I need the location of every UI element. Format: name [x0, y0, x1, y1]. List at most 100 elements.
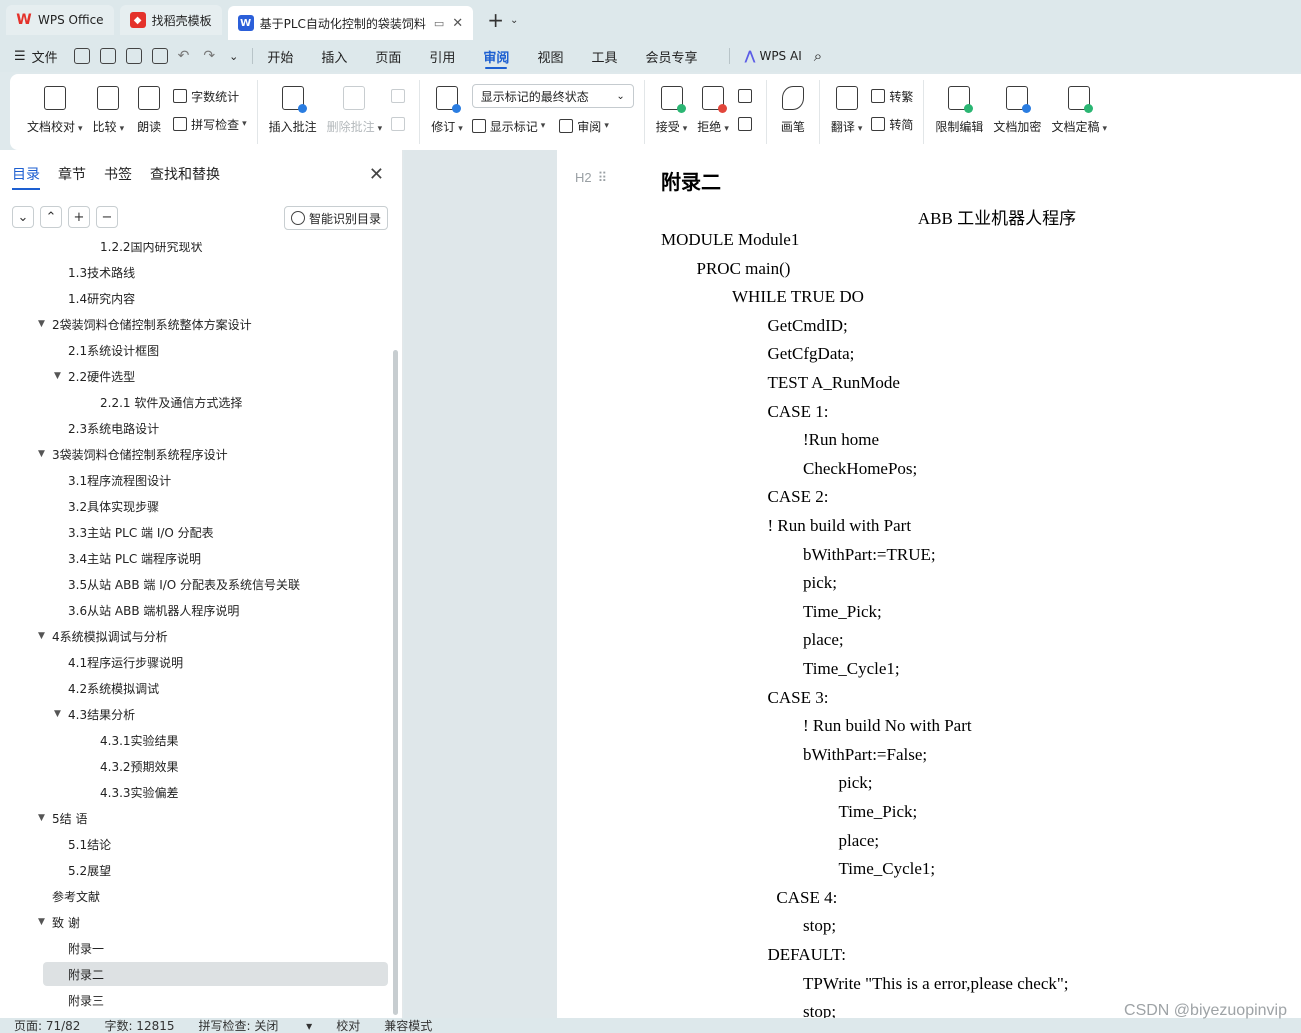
toc-item[interactable]: 3.5从站 ABB 端 I/O 分配表及系统信号关联 [54, 572, 300, 596]
save-icon[interactable] [73, 48, 90, 64]
menu-tools[interactable]: 工具 [591, 40, 617, 72]
spell-check-indicator[interactable]: 拼写检查: 关闭 ▾ [199, 1017, 313, 1033]
toc-item[interactable]: 3.6从站 ABB 端机器人程序说明 [54, 598, 239, 622]
restrict-edit-button[interactable]: 限制编辑 [930, 80, 988, 137]
toc-item[interactable]: ▼ 致 谢 [38, 910, 80, 934]
menu-page[interactable]: 页面 [375, 40, 401, 72]
previous-change-button[interactable] [737, 84, 756, 108]
toc-item[interactable]: 附录三 [54, 988, 104, 1012]
redo-icon[interactable]: ↷ [203, 48, 215, 64]
print-icon[interactable] [125, 48, 142, 64]
tab-current-document[interactable]: W 基于PLC自动化控制的袋装饲料 ▭ ✕ [227, 6, 474, 40]
word-count-button[interactable]: 字数统计 [173, 84, 247, 108]
spell-check-button[interactable]: 拼写检查 ▾ [173, 112, 247, 136]
toc-item[interactable]: 3.4主站 PLC 端程序说明 [54, 546, 201, 570]
compare-button[interactable]: 比较 ▾ [88, 80, 130, 137]
tab-docer-templates[interactable]: ◆ 找稻壳模板 [119, 5, 222, 35]
scrollbar[interactable] [393, 350, 398, 1015]
previous-comment-button[interactable] [391, 84, 409, 108]
close-icon[interactable]: ✕ [452, 16, 463, 31]
review-pane-button[interactable]: 审阅 ▾ [559, 114, 609, 138]
insert-comment-button[interactable]: 插入批注 [264, 80, 322, 137]
menu-view[interactable]: 视图 [537, 40, 563, 72]
toc-item[interactable]: 参考文献 [38, 884, 100, 908]
toc-item[interactable]: 5.1结论 [54, 832, 111, 856]
finalize-button[interactable]: 文档定稿 ▾ [1046, 80, 1112, 137]
toc-item[interactable]: 4.3.2预期效果 [86, 754, 179, 778]
toc-item[interactable]: ▼ 3袋装饲料仓储控制系统程序设计 [38, 442, 228, 466]
toc-item[interactable]: 1.3技术路线 [54, 260, 135, 284]
smart-toc-button[interactable]: 智能识别目录 [283, 206, 388, 230]
add-heading-icon[interactable]: + [68, 206, 90, 228]
translate-button[interactable]: 翻译 ▾ [826, 80, 868, 137]
collapse-arrow-icon[interactable]: ▼ [38, 813, 52, 823]
tab-wps-office[interactable]: W WPS Office [6, 5, 114, 35]
document-page[interactable]: H2 ⠿ 附录二 ABB 工业机器人程序 MODULE Module1 PROC m… [557, 150, 1301, 1018]
toc-item[interactable]: ▼ 2.2硬件选型 [54, 364, 135, 388]
wps-ai-button[interactable]: ⋀ WPS AI [744, 40, 801, 72]
menu-insert[interactable]: 插入 [321, 40, 347, 72]
close-icon[interactable]: ✕ [369, 164, 384, 185]
toc-item[interactable]: 2.2.1 软件及通信方式选择 [86, 390, 242, 414]
word-count-indicator[interactable]: 字数: 12815 [104, 1017, 174, 1033]
encrypt-button[interactable]: 文档加密 [988, 80, 1046, 137]
new-tab-icon[interactable]: + [487, 8, 504, 32]
search-icon[interactable]: ⌕ [814, 47, 822, 65]
toc-item[interactable]: ▼ 4.3结果分析 [54, 702, 135, 726]
chevron-down-icon[interactable]: ⌄ [229, 50, 238, 63]
pen-button[interactable]: 画笔 [773, 80, 813, 137]
collapse-icon[interactable]: ⌃ [40, 206, 62, 228]
undo-icon[interactable]: ↶ [178, 48, 190, 64]
next-change-button[interactable] [737, 112, 756, 136]
tab-find-replace[interactable]: 查找和替换 [150, 164, 220, 190]
to-simplified-button[interactable]: 转简 [871, 112, 913, 136]
tab-bookmarks[interactable]: 书签 [104, 164, 132, 190]
collapse-arrow-icon[interactable]: ▼ [38, 631, 52, 641]
page-indicator[interactable]: 页面: 71/82 [14, 1017, 80, 1033]
drag-handle-icon[interactable]: ⠿ [598, 170, 609, 185]
expand-icon[interactable]: ⌄ [12, 206, 34, 228]
toc-item[interactable]: 2.3系统电路设计 [54, 416, 159, 440]
collapse-arrow-icon[interactable]: ▼ [38, 449, 52, 459]
heading-level-marker[interactable]: H2 ⠿ [575, 170, 608, 186]
delete-comment-button[interactable]: 删除批注 ▾ [322, 80, 388, 137]
toc-item[interactable]: 附录二 [54, 962, 104, 986]
accept-button[interactable]: 接受 ▾ [651, 80, 693, 137]
to-traditional-button[interactable]: 转繁 [871, 84, 913, 108]
toc-item[interactable]: 1.4研究内容 [54, 286, 135, 310]
toc-item[interactable]: 2.1系统设计框图 [54, 338, 159, 362]
menu-home[interactable]: 开始 [267, 40, 293, 72]
toc-item[interactable]: ▼ 2袋装饲料仓储控制系统整体方案设计 [38, 312, 252, 336]
toc-item[interactable]: 3.1程序流程图设计 [54, 468, 171, 492]
tab-sections[interactable]: 章节 [58, 164, 86, 190]
proof-indicator[interactable]: 校对 [336, 1017, 360, 1033]
toc-item[interactable]: 3.3主站 PLC 端 I/O 分配表 [54, 520, 214, 544]
toc-item[interactable]: ▼ 4系统模拟调试与分析 [38, 624, 168, 648]
collapse-arrow-icon[interactable]: ▼ [38, 319, 52, 329]
chevron-down-icon[interactable]: ⌄ [510, 15, 518, 26]
toc-item[interactable]: 4.3.3实验偏差 [86, 780, 179, 804]
toc-item[interactable]: 附录一 [54, 936, 104, 960]
menu-review[interactable]: 审阅 [483, 40, 509, 72]
collapse-arrow-icon[interactable]: ▼ [54, 371, 68, 381]
toc-item[interactable]: ▼ 5结 语 [38, 806, 87, 830]
menu-references[interactable]: 引用 [429, 40, 455, 72]
toc-item[interactable]: 4.3.1实验结果 [86, 728, 179, 752]
next-comment-button[interactable] [391, 112, 409, 136]
remove-heading-icon[interactable]: − [96, 206, 118, 228]
file-menu[interactable]: ☰ 文件 [14, 40, 58, 72]
export-icon[interactable] [99, 48, 116, 64]
show-markup-button[interactable]: 显示标记 ▾ [471, 114, 545, 138]
toc-item[interactable]: 3.2具体实现步骤 [54, 494, 159, 518]
toc-item[interactable]: 5.2展望 [54, 858, 111, 882]
collapse-arrow-icon[interactable]: ▼ [54, 709, 68, 719]
doc-check-button[interactable]: 文档校对 ▾ [22, 80, 88, 137]
print-preview-icon[interactable] [151, 48, 168, 64]
toc-item[interactable]: 4.2系统模拟调试 [54, 676, 159, 700]
monitor-icon[interactable]: ▭ [434, 17, 444, 30]
reject-button[interactable]: 拒绝 ▾ [692, 80, 734, 137]
revise-button[interactable]: 修订 ▾ [426, 80, 468, 137]
markup-state-select[interactable]: 显示标记的最终状态 ⌄ [471, 84, 634, 108]
collapse-arrow-icon[interactable]: ▼ [38, 917, 52, 927]
menu-member[interactable]: 会员专享 [645, 40, 697, 72]
